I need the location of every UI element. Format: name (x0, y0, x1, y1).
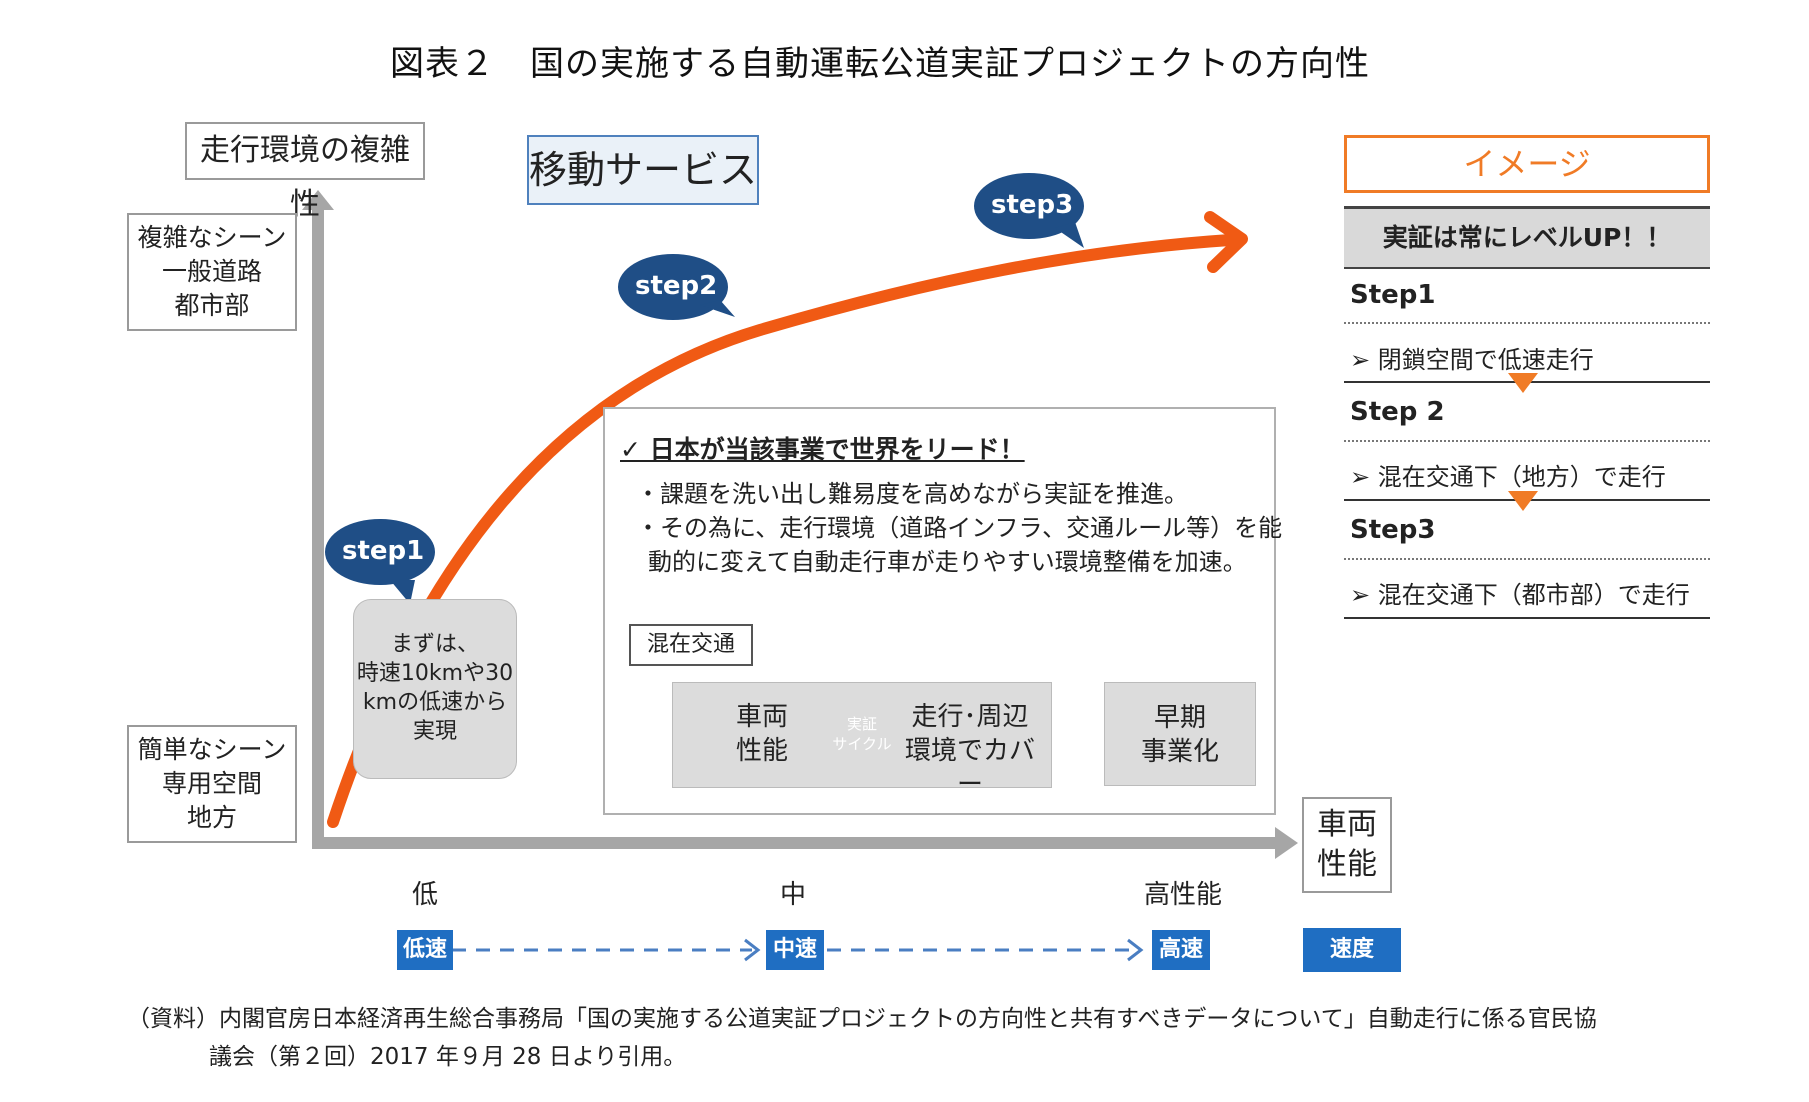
levelup-banner: 実証は常にレベルUP！！ (1344, 206, 1710, 269)
step2-dotted-divider (1344, 440, 1710, 442)
x-axis-title: 車両 性能 (1302, 797, 1392, 893)
source-line-1: （資料）内閣官房日本経済再生総合事務局「国の実施する公道実証プロジェクトの方向性… (127, 1006, 1597, 1032)
step1-bubble-label: step1 (342, 536, 425, 566)
first-note-line-1: まずは、 (390, 632, 479, 657)
image-step3-item: ➢ 混在交通下（都市部）で走行 (1350, 581, 1690, 609)
mixed-traffic-tag: 混在交通 (629, 624, 753, 666)
source-line-2: 議会（第２回）2017 年９月 28 日より引用。 (209, 1044, 687, 1070)
step3-dotted-divider (1344, 558, 1710, 560)
image-step1-item: ➢ 閉鎖空間で低速走行 (1350, 346, 1594, 374)
cycle-line-2: サイクル (832, 735, 892, 753)
image-step2-item: ➢ 混在交通下（地方）で走行 (1350, 463, 1666, 491)
y-top-line-3: 都市部 (174, 291, 250, 320)
speed-label: 速度 (1303, 928, 1401, 972)
y-bottom-line-3: 地方 (186, 803, 237, 832)
y-top-line-2: 一般道路 (161, 257, 262, 286)
cycle-label: 実証 サイクル (829, 714, 895, 754)
speed-tag-high: 高速 (1152, 930, 1210, 970)
source-note: （資料）内閣官房日本経済再生総合事務局「国の実施する公道実証プロジェクトの方向性… (127, 1000, 1597, 1076)
cycle-line-1: 実証 (846, 715, 877, 733)
x-title-line-1: 車両 (1317, 807, 1377, 842)
mobility-service-label: 移動サービス (527, 135, 759, 205)
box2-line-1: 走行･周辺 (911, 702, 1029, 732)
y-axis-title: 走行環境の複雑性 (185, 122, 425, 222)
early-commercialization-box: 早期 事業化 (1104, 682, 1256, 786)
step3-bubble-label: step3 (991, 190, 1074, 220)
first-step-note: まずは、 時速10kmや30 kmの低速から 実現 (353, 599, 517, 779)
image-step2-label: Step 2 (1350, 397, 1445, 427)
y-bottom-line-1: 簡単なシーン (137, 735, 287, 764)
speed-tag-low: 低速 (397, 930, 453, 970)
first-note-line-2: 時速10kmや30 (356, 661, 514, 686)
x-level-high: 高性能 (1143, 880, 1222, 910)
center-lead: ✓ 日本が当該事業で世界をリード！ (620, 435, 1025, 464)
image-panel-header: イメージ (1344, 135, 1710, 193)
speed-dash-2-head (1127, 938, 1144, 962)
x-axis-arrowhead (1275, 827, 1298, 859)
speed-tag-mid: 中速 (766, 930, 824, 970)
x-level-low: 低 (411, 880, 438, 910)
y-axis-top-label: 複雑なシーン 一般道路 都市部 (127, 213, 297, 331)
center-bullet-1: ・課題を洗い出し難易度を高めながら実証を推進。 (636, 480, 1188, 508)
vehicle-performance-label: 車両 性能 (712, 700, 812, 768)
box1-line-1: 車両 (735, 702, 788, 732)
box3-line-1: 早期 (1153, 703, 1206, 733)
box3-line-2: 事業化 (1140, 737, 1219, 767)
step1-dotted-divider (1344, 322, 1710, 324)
box2-line-2: 環境でカバー (904, 736, 1035, 800)
center-bullet-2-line-1: ・その為に、走行環境（道路インフラ、交通ルール等）を能 (636, 514, 1283, 542)
environment-cover-label: 走行･周辺 環境でカバー (895, 700, 1045, 802)
center-bullet-2-line-2: 動的に変えて自動走行車が走りやすい環境整備を加速。 (648, 548, 1247, 576)
image-step1-label: Step1 (1350, 280, 1436, 310)
step1-down-arrow-icon (1508, 373, 1538, 393)
x-title-line-2: 性能 (1317, 847, 1377, 882)
step3-solid-divider (1344, 617, 1710, 619)
image-step3-label: Step3 (1350, 515, 1436, 545)
y-top-line-1: 複雑なシーン (137, 223, 287, 252)
first-note-line-3: kmの低速から (362, 690, 508, 715)
step2-bubble-label: step2 (635, 271, 718, 301)
step2-down-arrow-icon (1508, 491, 1538, 511)
x-level-mid: 中 (779, 880, 806, 910)
y-axis-bottom-label: 簡単なシーン 専用空間 地方 (127, 725, 297, 843)
box1-line-2: 性能 (735, 736, 788, 766)
y-bottom-line-2: 専用空間 (161, 769, 262, 798)
first-note-line-4: 実現 (412, 719, 457, 744)
